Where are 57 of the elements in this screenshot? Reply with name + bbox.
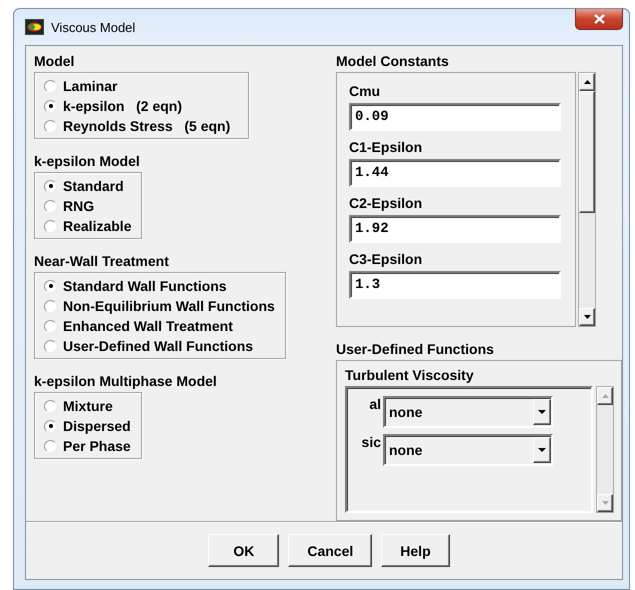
radio-button[interactable] — [44, 180, 57, 192]
radio-button[interactable] — [44, 340, 57, 352]
radio-button[interactable] — [44, 300, 57, 312]
input-field[interactable]: 1.44 — [349, 159, 561, 187]
radio-label[interactable]: Standard — [63, 178, 124, 194]
radio-label[interactable]: Non-Equilibrium Wall Functions — [63, 298, 275, 314]
radio-label[interactable]: User-Defined Wall Functions — [63, 338, 254, 354]
radio-label[interactable]: Mixture — [63, 398, 113, 414]
scroll-down-icon[interactable] — [584, 315, 590, 319]
group-title: k-epsilon Multiphase Model — [34, 373, 217, 389]
field-label: C1-Epsilon — [349, 139, 424, 155]
field-label: C3-Epsilon — [349, 251, 424, 267]
radio-label[interactable]: Reynolds Stress (5 eqn) — [63, 118, 230, 134]
window-title: Viscous Model — [51, 20, 136, 34]
dropdown[interactable]: none — [383, 434, 553, 466]
radio-button[interactable] — [44, 320, 57, 332]
radio-label[interactable]: Standard Wall Functions — [63, 278, 227, 294]
radio-label[interactable]: Enhanced Wall Treatment — [63, 318, 233, 334]
radio-label[interactable]: RNG — [63, 198, 94, 214]
app-icon — [25, 19, 44, 35]
input-field[interactable]: 1.3 — [349, 271, 561, 299]
radio-button[interactable] — [44, 100, 57, 112]
group-title: Model — [34, 53, 74, 69]
radio-button[interactable] — [44, 80, 57, 92]
group-title: k-epsilon Model — [34, 153, 140, 169]
radio-label[interactable]: Dispersed — [63, 418, 131, 434]
dialog-button[interactable]: OK — [208, 534, 280, 567]
dropdown[interactable]: none — [383, 396, 553, 428]
scrollbar[interactable] — [578, 72, 596, 327]
subsection-title: Turbulent Viscosity — [345, 367, 475, 383]
dropdown-label: al — [369, 396, 381, 412]
dropdown-arrow-icon — [538, 448, 546, 452]
radio-label[interactable]: Realizable — [63, 218, 132, 234]
dialog-button[interactable]: Help — [381, 534, 450, 567]
field-label: C2-Epsilon — [349, 195, 424, 211]
radio-button[interactable] — [44, 280, 57, 292]
scroll-up-icon[interactable] — [584, 80, 590, 84]
radio-button[interactable] — [44, 120, 57, 132]
radio-label[interactable]: Laminar — [63, 78, 118, 94]
field-label: Cmu — [349, 83, 382, 99]
radio-button[interactable] — [44, 440, 57, 452]
radio-button[interactable] — [44, 420, 57, 432]
input-field[interactable]: 1.92 — [349, 215, 561, 243]
input-field[interactable]: 0.09 — [349, 103, 561, 131]
section-title: Model Constants — [336, 53, 450, 69]
radio-label[interactable]: k-epsilon (2 eqn) — [63, 98, 182, 114]
dropdown-label: sic — [362, 434, 381, 450]
radio-button[interactable] — [44, 220, 57, 232]
dialog-button[interactable]: Cancel — [288, 534, 372, 567]
group-title: Near-Wall Treatment — [34, 253, 169, 269]
radio-button[interactable] — [44, 400, 57, 412]
close-icon — [594, 14, 604, 24]
radio-button[interactable] — [44, 200, 57, 212]
section-title: User-Defined Functions — [336, 341, 495, 357]
close-button[interactable] — [575, 9, 623, 30]
dropdown-arrow-icon — [538, 410, 546, 414]
radio-label[interactable]: Per Phase — [63, 438, 131, 454]
